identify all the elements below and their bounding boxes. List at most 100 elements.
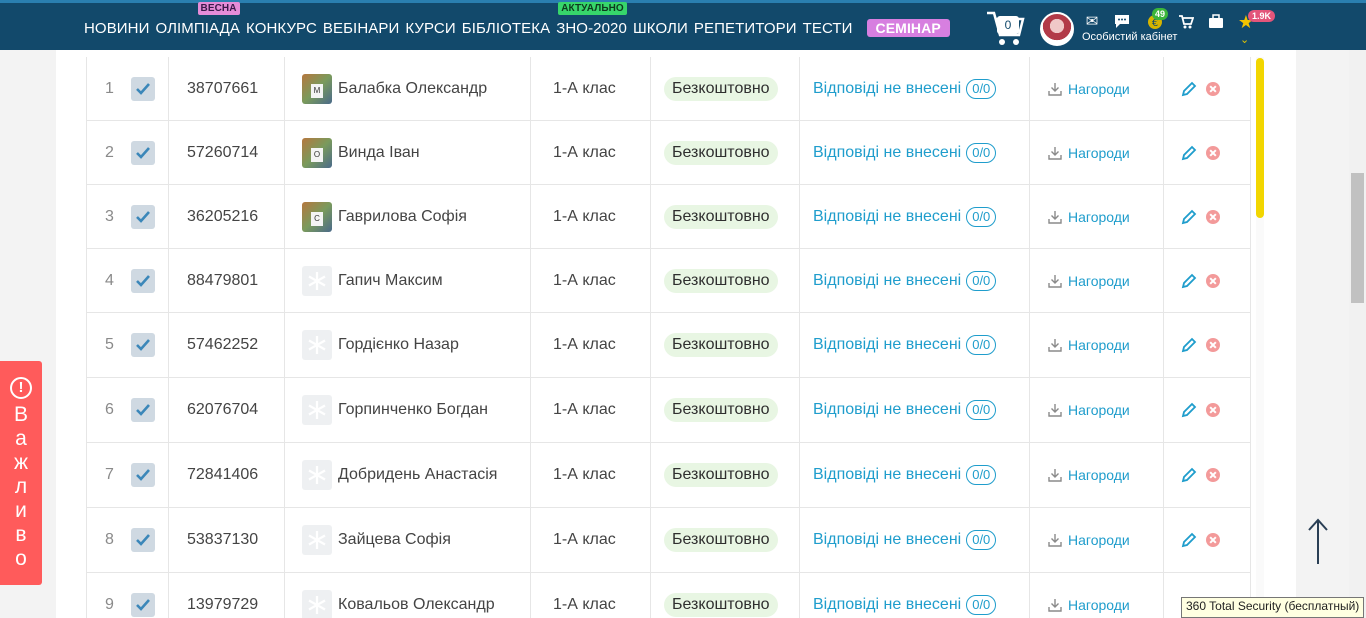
row-number: 7: [105, 466, 114, 483]
actions-cell: [1163, 249, 1250, 312]
edit-pencil-icon[interactable]: [1181, 467, 1197, 483]
delete-icon[interactable]: [1206, 145, 1220, 160]
user-avatar[interactable]: [1040, 12, 1074, 46]
row-checkbox[interactable]: [131, 463, 155, 487]
delete-icon[interactable]: [1206, 209, 1220, 224]
awards-link[interactable]: Нагороди: [1030, 532, 1130, 548]
row-checkbox[interactable]: [131, 268, 155, 293]
row-number: 5: [105, 336, 114, 353]
answers-link[interactable]: Відповіді не внесені 0/0: [800, 335, 997, 355]
table-row: 4 88479801 Гапич Максим 1-А клас Безкоштовно…: [87, 249, 1250, 313]
answers-link[interactable]: Відповіді не внесені 0/0: [800, 78, 997, 99]
nav-item-1[interactable]: ОЛІМПІАДА ВЕСНА: [156, 1, 241, 37]
snowflake-avatar-icon: [302, 460, 332, 490]
edit-pencil-icon[interactable]: [1181, 209, 1197, 225]
student-name[interactable]: Гордієнко Назар: [338, 336, 459, 354]
row-number: 4: [105, 271, 114, 289]
table-scrollbar-thumb[interactable]: [1256, 58, 1264, 218]
answers-link[interactable]: Відповіді не внесені 0/0: [800, 595, 997, 615]
student-name[interactable]: Балабка Олександр: [338, 80, 487, 98]
student-name[interactable]: Гаврилова Софія: [338, 208, 467, 226]
delete-icon[interactable]: [1206, 403, 1220, 417]
nav-item-4[interactable]: КУРСИ: [405, 20, 455, 37]
nav-item-0[interactable]: НОВИНИ: [84, 20, 150, 37]
answers-link[interactable]: Відповіді не внесені 0/0: [800, 465, 997, 485]
snowflake-avatar-icon: [302, 525, 332, 555]
row-number-cell: 3: [87, 185, 168, 248]
student-name-cell: Горпинченко Богдан: [284, 378, 530, 442]
download-icon: [1048, 210, 1068, 224]
student-name[interactable]: Добридень Анастасія: [338, 466, 497, 484]
seminar-button[interactable]: СЕМІНАР: [866, 19, 950, 37]
student-name[interactable]: Ковальов Олександр: [338, 596, 495, 614]
top-navigation-bar: НОВИНИ ОЛІМПІАДА ВЕСНА КОНКУРС ВЕБІНАРИ КУРСИ…: [0, 0, 1366, 50]
answers-link[interactable]: Відповіді не внесені 0/0: [800, 206, 997, 227]
important-letter: ж: [13, 451, 29, 474]
nav-item-7[interactable]: ШКОЛИ: [633, 20, 688, 37]
row-checkbox[interactable]: [131, 140, 155, 165]
row-checkbox[interactable]: [131, 398, 155, 422]
delete-icon[interactable]: [1206, 533, 1220, 547]
download-icon: [1048, 403, 1068, 417]
delete-icon[interactable]: [1206, 81, 1220, 96]
nav-item-3[interactable]: ВЕБІНАРИ: [323, 20, 399, 37]
personal-cabinet-label[interactable]: Особистий кабінет: [1082, 31, 1177, 43]
snowflake-avatar-icon: [302, 265, 332, 296]
delete-icon[interactable]: [1206, 338, 1220, 352]
chevron-down-icon[interactable]: ⌄: [1240, 33, 1249, 46]
page-scrollbar-thumb[interactable]: [1351, 173, 1364, 303]
student-name[interactable]: Горпинченко Богдан: [338, 401, 488, 419]
awards-link[interactable]: Нагороди: [1030, 467, 1130, 483]
awards-link[interactable]: Нагороди: [1030, 81, 1130, 97]
edit-pencil-icon[interactable]: [1181, 145, 1197, 161]
student-name[interactable]: Винда Іван: [338, 144, 420, 162]
answers-link[interactable]: Відповіді не внесені 0/0: [800, 530, 997, 550]
student-name[interactable]: Зайцева Софія: [338, 531, 451, 549]
actions-cell: [1163, 313, 1250, 377]
delete-icon[interactable]: [1206, 273, 1220, 288]
briefcase-icon[interactable]: [1206, 14, 1226, 30]
student-name[interactable]: Гапич Максим: [338, 272, 443, 290]
row-checkbox[interactable]: [131, 593, 155, 617]
row-checkbox[interactable]: [131, 204, 155, 229]
nav-item-label: КУРСИ: [405, 19, 456, 37]
important-tab[interactable]: ! Важливо: [0, 361, 42, 585]
awards-link[interactable]: Нагороди: [1030, 145, 1130, 161]
edit-pencil-icon[interactable]: [1181, 532, 1197, 548]
page-scrollbar-track[interactable]: [1349, 50, 1366, 618]
nav-item-5[interactable]: БІБЛІОТЕКА: [462, 20, 550, 37]
score-pill: 0/0: [966, 530, 997, 550]
row-checkbox[interactable]: [131, 333, 155, 357]
nav-item-label: ВЕБІНАРИ: [322, 19, 400, 37]
awards-link[interactable]: Нагороди: [1030, 597, 1130, 613]
important-label: Важливо: [14, 403, 28, 571]
scroll-to-top-arrow-icon[interactable]: [1306, 516, 1330, 566]
edit-pencil-icon[interactable]: [1181, 402, 1197, 418]
answers-link[interactable]: Відповіді не внесені 0/0: [800, 142, 997, 163]
actions-cell: [1163, 121, 1250, 184]
edit-pencil-icon[interactable]: [1181, 337, 1197, 353]
class-cell: 1-А клас: [530, 313, 650, 377]
delete-icon[interactable]: [1206, 468, 1220, 482]
answers-link[interactable]: Відповіді не внесені 0/0: [800, 270, 997, 291]
awards-link[interactable]: Нагороди: [1030, 337, 1130, 353]
answers-link[interactable]: Відповіді не внесені 0/0: [800, 400, 997, 420]
awards-link[interactable]: Нагороди: [1030, 273, 1130, 289]
row-checkbox[interactable]: [131, 76, 155, 101]
nav-item-9[interactable]: ТЕСТИ: [803, 20, 853, 37]
row-checkbox[interactable]: [131, 528, 155, 552]
edit-pencil-icon[interactable]: [1181, 273, 1197, 289]
nav-item-8[interactable]: РЕПЕТИТОРИ: [694, 20, 797, 37]
shopping-cart-small-icon[interactable]: [1176, 14, 1196, 30]
edit-pencil-icon[interactable]: [1181, 81, 1197, 97]
actions-cell: [1163, 57, 1250, 120]
nav-item-2[interactable]: КОНКУРС: [246, 20, 317, 37]
nav-item-6[interactable]: ЗНО-2020 АКТУАЛЬНО: [556, 1, 627, 37]
mail-icon[interactable]: ✉: [1082, 14, 1102, 30]
awards-link[interactable]: Нагороди: [1030, 402, 1130, 418]
chat-icon[interactable]: [1112, 14, 1132, 30]
awards-link[interactable]: Нагороди: [1030, 209, 1130, 225]
table-row: 9 13979729 Ковальов Олександр 1-А клас Безко…: [87, 573, 1250, 618]
answers-cell: Відповіді не внесені 0/0: [799, 57, 1029, 120]
class-cell: 1-А клас: [530, 508, 650, 572]
